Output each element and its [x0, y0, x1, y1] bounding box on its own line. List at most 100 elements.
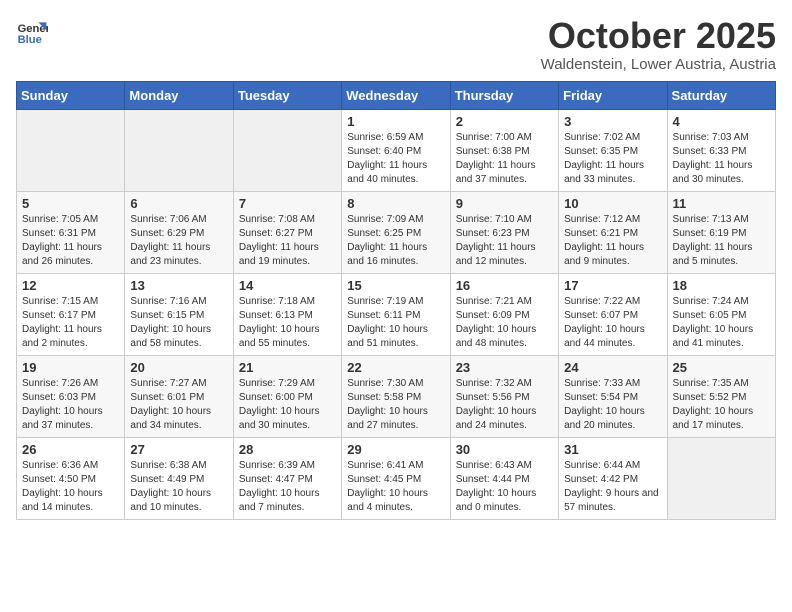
calendar-header-cell: Monday — [125, 81, 233, 109]
calendar-cell: 12 Sunrise: 7:15 AM Sunset: 6:17 PM Dayli… — [17, 273, 125, 355]
day-number: 25 — [673, 360, 770, 375]
day-number: 28 — [239, 442, 336, 457]
day-number: 7 — [239, 196, 336, 211]
day-number: 12 — [22, 278, 119, 293]
calendar-cell: 9 Sunrise: 7:10 AM Sunset: 6:23 PM Daylig… — [450, 191, 558, 273]
calendar-cell: 7Sunrise: 7:08 AM Sunset: 6:27 PM Daylig… — [233, 191, 341, 273]
day-info: Sunrise: 7:33 AM Sunset: 5:54 PM Dayligh… — [564, 377, 661, 433]
calendar-cell: 28 Sunrise: 6:39 AM Sunset: 4:47 PM Dayli… — [233, 437, 341, 519]
day-number: 9 — [456, 196, 553, 211]
day-number: 20 — [130, 360, 227, 375]
day-number: 26 — [22, 442, 119, 457]
calendar-week-row: 5 Sunrise: 7:05 AM Sunset: 6:31 PM Daylig… — [17, 191, 776, 273]
day-info: Sunrise: 7:09 AM Sunset: 6:25 PM Dayligh… — [347, 213, 444, 269]
day-info: Sunrise: 6:38 AM Sunset: 4:49 PM Dayligh… — [130, 459, 227, 515]
day-number: 16 — [456, 278, 553, 293]
day-info: Sunrise: 7:10 AM Sunset: 6:23 PM Dayligh… — [456, 213, 553, 269]
calendar-header-cell: Sunday — [17, 81, 125, 109]
day-number: 3 — [564, 114, 661, 129]
calendar-cell: 13 Sunrise: 7:16 AM Sunset: 6:15 PM Dayli… — [125, 273, 233, 355]
calendar-cell: 1Sunrise: 6:59 AM Sunset: 6:40 PM Daylig… — [342, 109, 450, 191]
calendar-week-row: 26 Sunrise: 6:36 AM Sunset: 4:50 PM Dayli… — [17, 437, 776, 519]
calendar-cell: 17 Sunrise: 7:22 AM Sunset: 6:07 PM Dayli… — [559, 273, 667, 355]
day-number: 22 — [347, 360, 444, 375]
day-number: 5 — [22, 196, 119, 211]
calendar-cell: 30 Sunrise: 6:43 AM Sunset: 4:44 PM Dayli… — [450, 437, 558, 519]
calendar-cell: 27 Sunrise: 6:38 AM Sunset: 4:49 PM Dayli… — [125, 437, 233, 519]
day-info: Sunrise: 7:16 AM Sunset: 6:15 PM Dayligh… — [130, 295, 227, 351]
calendar-cell: 4 Sunrise: 7:03 AM Sunset: 6:33 PM Daylig… — [667, 109, 775, 191]
calendar-cell: 2 Sunrise: 7:00 AM Sunset: 6:38 PM Daylig… — [450, 109, 558, 191]
calendar-header-cell: Saturday — [667, 81, 775, 109]
day-info: Sunrise: 7:06 AM Sunset: 6:29 PM Dayligh… — [130, 213, 227, 269]
day-info: Sunrise: 7:32 AM Sunset: 5:56 PM Dayligh… — [456, 377, 553, 433]
calendar-cell: 29 Sunrise: 6:41 AM Sunset: 4:45 PM Dayli… — [342, 437, 450, 519]
svg-text:Blue: Blue — [18, 34, 42, 46]
day-number: 21 — [239, 360, 336, 375]
day-number: 8 — [347, 196, 444, 211]
day-number: 15 — [347, 278, 444, 293]
day-info: Sunrise: 7:27 AM Sunset: 6:01 PM Dayligh… — [130, 377, 227, 433]
day-number: 14 — [239, 278, 336, 293]
day-number: 17 — [564, 278, 661, 293]
logo: General Blue — [16, 16, 48, 48]
calendar-cell — [125, 109, 233, 191]
calendar-cell: 22Sunrise: 7:30 AM Sunset: 5:58 PM Dayli… — [342, 355, 450, 437]
day-number: 27 — [130, 442, 227, 457]
day-info: Sunrise: 7:26 AM Sunset: 6:03 PM Dayligh… — [22, 377, 119, 433]
calendar-cell: 15 Sunrise: 7:19 AM Sunset: 6:11 PM Dayli… — [342, 273, 450, 355]
day-number: 1 — [347, 114, 444, 129]
calendar-cell: 24 Sunrise: 7:33 AM Sunset: 5:54 PM Dayli… — [559, 355, 667, 437]
day-number: 4 — [673, 114, 770, 129]
calendar-body: 1Sunrise: 6:59 AM Sunset: 6:40 PM Daylig… — [17, 109, 776, 519]
day-info: Sunrise: 7:00 AM Sunset: 6:38 PM Dayligh… — [456, 131, 553, 187]
calendar-week-row: 12 Sunrise: 7:15 AM Sunset: 6:17 PM Dayli… — [17, 273, 776, 355]
day-number: 2 — [456, 114, 553, 129]
day-info: Sunrise: 7:21 AM Sunset: 6:09 PM Dayligh… — [456, 295, 553, 351]
day-info: Sunrise: 7:29 AM Sunset: 6:00 PM Dayligh… — [239, 377, 336, 433]
calendar-cell: 31Sunrise: 6:44 AM Sunset: 4:42 PM Dayli… — [559, 437, 667, 519]
page-header: General Blue October 2025 Waldenstein, L… — [16, 16, 776, 73]
calendar-header-row: SundayMondayTuesdayWednesdayThursdayFrid… — [17, 81, 776, 109]
calendar-cell: 21 Sunrise: 7:29 AM Sunset: 6:00 PM Dayli… — [233, 355, 341, 437]
day-info: Sunrise: 7:24 AM Sunset: 6:05 PM Dayligh… — [673, 295, 770, 351]
day-info: Sunrise: 6:36 AM Sunset: 4:50 PM Dayligh… — [22, 459, 119, 515]
day-number: 13 — [130, 278, 227, 293]
calendar-week-row: 1Sunrise: 6:59 AM Sunset: 6:40 PM Daylig… — [17, 109, 776, 191]
calendar-cell: 18Sunrise: 7:24 AM Sunset: 6:05 PM Dayli… — [667, 273, 775, 355]
calendar-cell — [233, 109, 341, 191]
day-info: Sunrise: 7:18 AM Sunset: 6:13 PM Dayligh… — [239, 295, 336, 351]
day-number: 30 — [456, 442, 553, 457]
day-info: Sunrise: 7:22 AM Sunset: 6:07 PM Dayligh… — [564, 295, 661, 351]
calendar-cell — [17, 109, 125, 191]
day-number: 31 — [564, 442, 661, 457]
day-info: Sunrise: 7:02 AM Sunset: 6:35 PM Dayligh… — [564, 131, 661, 187]
calendar-cell: 23Sunrise: 7:32 AM Sunset: 5:56 PM Dayli… — [450, 355, 558, 437]
logo-icon: General Blue — [16, 16, 48, 48]
calendar-cell: 6 Sunrise: 7:06 AM Sunset: 6:29 PM Daylig… — [125, 191, 233, 273]
day-info: Sunrise: 6:41 AM Sunset: 4:45 PM Dayligh… — [347, 459, 444, 515]
calendar-cell: 3 Sunrise: 7:02 AM Sunset: 6:35 PM Daylig… — [559, 109, 667, 191]
calendar-cell — [667, 437, 775, 519]
day-info: Sunrise: 7:35 AM Sunset: 5:52 PM Dayligh… — [673, 377, 770, 433]
day-number: 24 — [564, 360, 661, 375]
day-info: Sunrise: 6:43 AM Sunset: 4:44 PM Dayligh… — [456, 459, 553, 515]
day-info: Sunrise: 6:39 AM Sunset: 4:47 PM Dayligh… — [239, 459, 336, 515]
day-number: 6 — [130, 196, 227, 211]
month-title: October 2025 — [541, 16, 776, 56]
calendar-table: SundayMondayTuesdayWednesdayThursdayFrid… — [16, 81, 776, 520]
calendar-header-cell: Friday — [559, 81, 667, 109]
day-number: 29 — [347, 442, 444, 457]
calendar-week-row: 19Sunrise: 7:26 AM Sunset: 6:03 PM Dayli… — [17, 355, 776, 437]
calendar-header-cell: Thursday — [450, 81, 558, 109]
day-info: Sunrise: 7:03 AM Sunset: 6:33 PM Dayligh… — [673, 131, 770, 187]
calendar-cell: 10Sunrise: 7:12 AM Sunset: 6:21 PM Dayli… — [559, 191, 667, 273]
calendar-cell: 8 Sunrise: 7:09 AM Sunset: 6:25 PM Daylig… — [342, 191, 450, 273]
day-info: Sunrise: 7:12 AM Sunset: 6:21 PM Dayligh… — [564, 213, 661, 269]
day-info: Sunrise: 7:05 AM Sunset: 6:31 PM Dayligh… — [22, 213, 119, 269]
calendar-header-cell: Wednesday — [342, 81, 450, 109]
day-info: Sunrise: 7:19 AM Sunset: 6:11 PM Dayligh… — [347, 295, 444, 351]
calendar-cell: 11Sunrise: 7:13 AM Sunset: 6:19 PM Dayli… — [667, 191, 775, 273]
day-info: Sunrise: 7:15 AM Sunset: 6:17 PM Dayligh… — [22, 295, 119, 351]
calendar-cell: 5 Sunrise: 7:05 AM Sunset: 6:31 PM Daylig… — [17, 191, 125, 273]
